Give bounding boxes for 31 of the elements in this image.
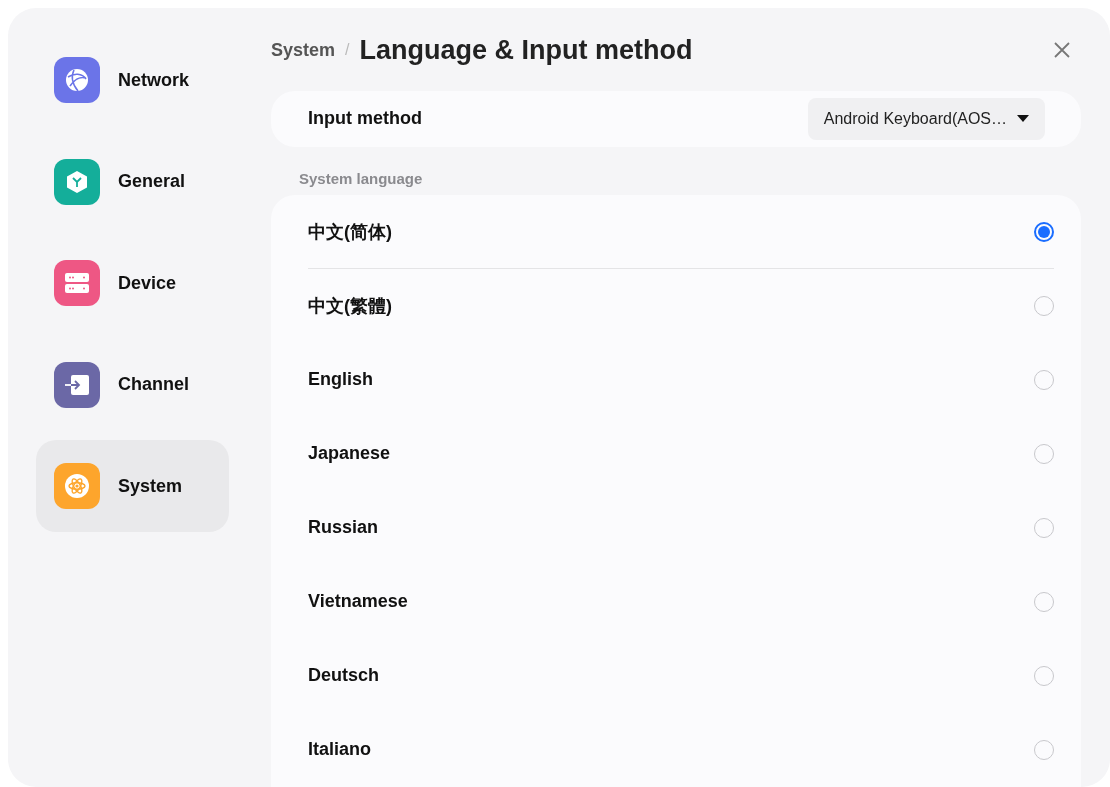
language-option[interactable]: Italiano [308, 713, 1054, 787]
breadcrumb-parent[interactable]: System [271, 39, 336, 61]
breadcrumb-separator: / [345, 41, 350, 60]
sidebar-label: Channel [118, 374, 189, 395]
language-option[interactable]: Russian [308, 491, 1054, 565]
sidebar-label: General [118, 171, 186, 192]
atom-icon [64, 473, 90, 499]
page-title: Language & Input method [359, 34, 694, 66]
language-option[interactable]: Deutsch [308, 639, 1054, 713]
sidebar-item[interactable]: Network [36, 34, 229, 126]
language-option[interactable]: 中文(简体) [308, 195, 1054, 269]
language-option[interactable]: 中文(繁體) [308, 269, 1054, 343]
sidebar-label: System [118, 475, 183, 497]
sidebar-label: Network [118, 69, 189, 91]
input-method-label: Input method [308, 108, 422, 130]
sidebar-item[interactable]: Channel [36, 338, 229, 431]
input-icon [63, 372, 91, 397]
language-option[interactable]: Japanese [308, 417, 1054, 491]
sidebar-item[interactable]: System [36, 440, 229, 532]
cube-icon [64, 168, 90, 195]
server-icon [63, 271, 91, 295]
caret-icon [1017, 114, 1029, 123]
input-method-dropdown[interactable]: Android Keyboard(AOS… [807, 97, 1045, 140]
language-option[interactable]: Vietnamese [308, 565, 1054, 639]
radio-button[interactable] [1034, 221, 1054, 242]
sidebar-label: Device [118, 272, 177, 294]
sidebar-item[interactable]: Device [36, 237, 229, 329]
globe-icon [64, 67, 90, 93]
sidebar-item[interactable]: General [36, 135, 229, 228]
language-option[interactable]: English [308, 343, 1054, 417]
section-heading: System language [299, 170, 424, 187]
